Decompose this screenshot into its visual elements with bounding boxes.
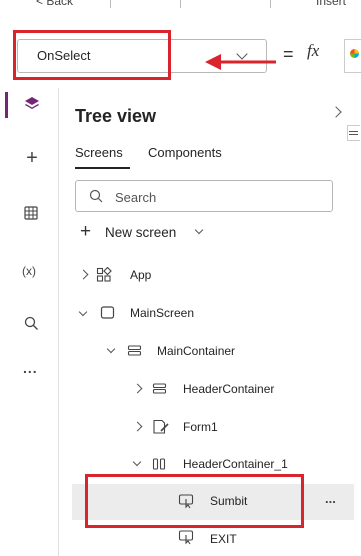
back-arrow-icon: < [36, 0, 44, 8]
insert-plus-icon[interactable]: + [22, 147, 42, 169]
chevron-down-icon[interactable] [132, 457, 142, 467]
side-pane-edge [347, 125, 360, 141]
screen-icon [100, 306, 115, 319]
add-icon[interactable]: + [80, 221, 91, 243]
tree-node-maincontainer[interactable]: MainContainer [157, 344, 235, 358]
copilot-icon[interactable] [350, 49, 359, 58]
tree-node-form1[interactable]: Form1 [183, 420, 218, 434]
toolbar-divider [180, 0, 181, 8]
lines-icon[interactable] [349, 131, 358, 132]
tab-components[interactable]: Components [148, 145, 222, 160]
search-icon [89, 189, 103, 203]
chevron-down-icon[interactable] [194, 225, 204, 235]
container-icon [127, 345, 142, 356]
active-rail-indicator [5, 92, 8, 118]
tab-screens[interactable]: Screens [75, 145, 123, 160]
fx-icon[interactable]: fx [307, 41, 319, 61]
more-options-icon[interactable]: ... [23, 360, 38, 376]
active-tab-underline [75, 167, 130, 169]
tree-node-headercontainer-1[interactable]: HeaderContainer_1 [183, 457, 288, 471]
search-placeholder: Search [115, 190, 157, 205]
toolbar-divider [270, 0, 271, 8]
annotation-highlight-box [85, 474, 304, 528]
tree-node-exit[interactable]: EXIT [210, 532, 237, 546]
insert-button[interactable]: Insert [316, 0, 346, 8]
toolbar-divider [110, 0, 111, 8]
annotation-arrow-icon [205, 54, 276, 70]
data-table-icon[interactable] [24, 206, 38, 220]
more-options-icon[interactable]: ... [325, 491, 336, 506]
chevron-right-icon[interactable] [132, 383, 143, 394]
tree-node-app[interactable]: App [130, 268, 151, 282]
new-screen-button[interactable]: New screen [105, 225, 176, 240]
chevron-down-icon[interactable] [78, 307, 88, 317]
container-icon [152, 383, 167, 394]
collapse-panel-icon[interactable] [330, 106, 342, 118]
search-icon[interactable] [24, 316, 39, 331]
chevron-right-icon[interactable] [132, 421, 143, 432]
chevron-down-icon[interactable] [106, 344, 116, 354]
annotation-highlight-box [13, 30, 171, 80]
tree-node-mainscreen[interactable]: MainScreen [130, 306, 194, 320]
panel-title: Tree view [75, 106, 157, 126]
layers-icon[interactable] [24, 96, 40, 112]
app-icon [96, 267, 112, 282]
tree-node-headercontainer[interactable]: HeaderContainer [183, 382, 274, 396]
horizontal-container-icon [152, 458, 166, 470]
chevron-right-icon[interactable] [78, 269, 89, 280]
form-icon [153, 419, 169, 434]
search-input[interactable] [75, 180, 333, 212]
equals-sign: = [283, 44, 294, 64]
back-button[interactable]: < Back [36, 0, 73, 8]
button-icon [178, 530, 194, 545]
variables-icon[interactable]: (x) [22, 264, 36, 278]
